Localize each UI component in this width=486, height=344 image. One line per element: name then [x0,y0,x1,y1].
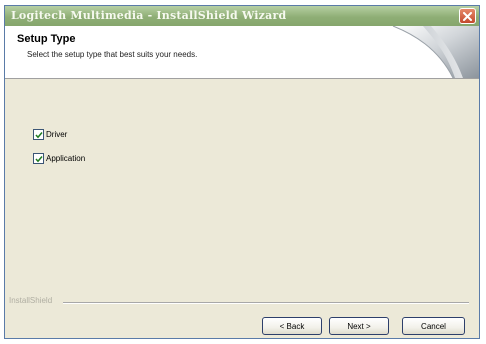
driver-label: Driver [46,130,68,139]
page-subtitle: Select the setup type that best suits yo… [27,50,198,59]
checkmark-icon [34,155,43,162]
driver-checkbox[interactable] [33,129,44,140]
checkmark-icon [34,131,43,138]
wizard-header: Setup Type Select the setup type that be… [5,26,479,79]
title-bar[interactable]: Logitech Multimedia - InstallShield Wiza… [5,6,479,26]
next-button[interactable]: Next > [329,317,389,335]
cancel-button[interactable]: Cancel [402,317,465,335]
application-label: Application [46,154,86,163]
close-icon [463,11,472,21]
page-curl-graphic [392,26,479,78]
window-title: Logitech Multimedia - InstallShield Wiza… [11,9,287,22]
close-button[interactable] [459,8,476,24]
setup-options-panel: Driver Application [5,79,479,289]
installer-window: Logitech Multimedia - InstallShield Wiza… [4,5,480,339]
page-title: Setup Type [17,33,76,45]
option-driver[interactable]: Driver [33,129,67,140]
application-checkbox[interactable] [33,153,44,164]
installshield-branding: InstallShield [5,296,479,308]
option-application[interactable]: Application [33,153,85,164]
installshield-label: InstallShield [9,296,53,305]
back-button[interactable]: < Back [262,317,322,335]
footer-divider [63,302,469,304]
